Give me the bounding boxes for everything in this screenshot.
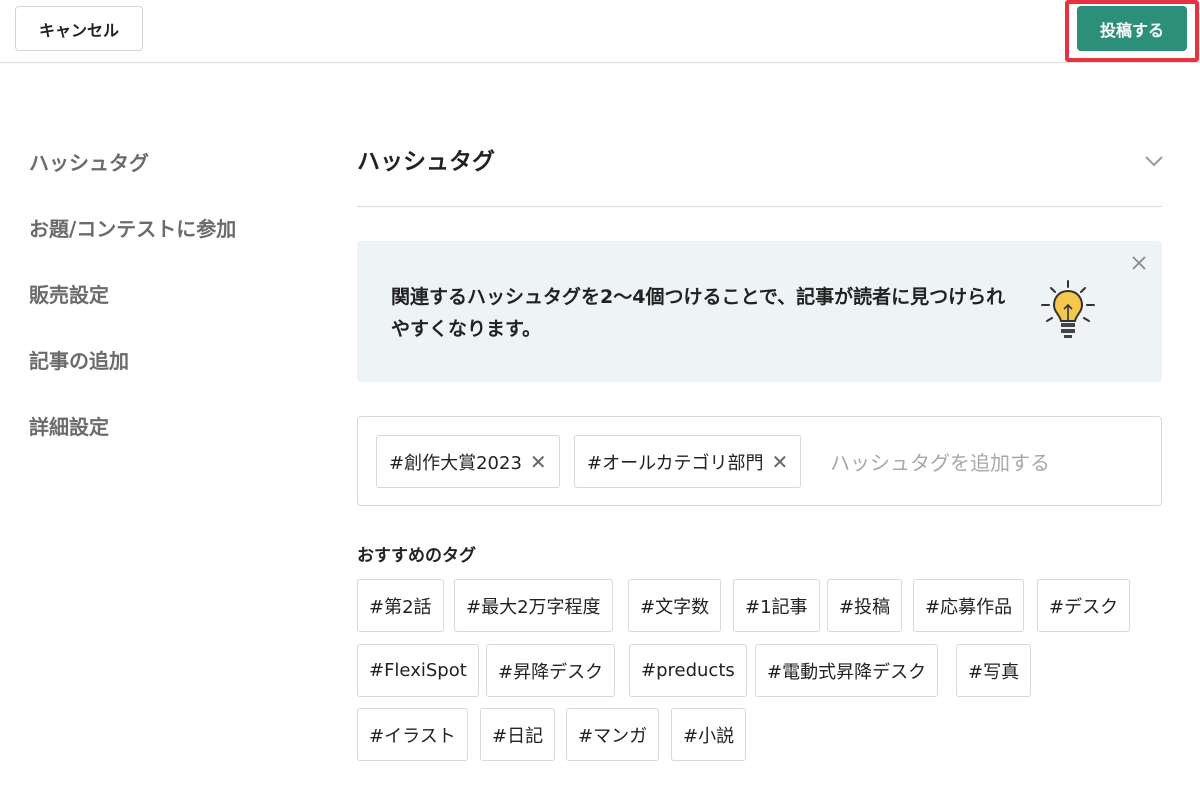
top-bar: キャンセル 投稿する <box>0 0 1200 63</box>
recommended-tag[interactable]: #preducts <box>629 644 747 697</box>
post-button[interactable]: 投稿する <box>1077 6 1187 51</box>
sidebar-item-contest[interactable]: お題/コンテストに参加 <box>29 206 236 272</box>
hashtag-chip: #創作大賞2023 ✕ <box>376 435 560 488</box>
recommended-tag[interactable]: #昇降デスク <box>486 644 616 697</box>
hashtag-tip-box: 関連するハッシュタグを2〜4個つけることで、記事が読者に見つけられやすくなります… <box>357 241 1162 382</box>
close-icon[interactable] <box>1131 255 1147 271</box>
recommended-tag[interactable]: #小説 <box>671 708 747 761</box>
recommended-tag[interactable]: #電動式昇降デスク <box>755 644 939 697</box>
recommended-tags-title: おすすめのタグ <box>357 546 476 566</box>
hashtag-chip: #オールカテゴリ部門 ✕ <box>574 435 802 488</box>
sidebar-item-hashtag[interactable]: ハッシュタグ <box>29 140 236 206</box>
section-title: ハッシュタグ <box>357 149 495 175</box>
tip-text: 関連するハッシュタグを2〜4個つけることで、記事が読者に見つけられやすくなります… <box>391 286 1006 340</box>
remove-chip-icon[interactable]: ✕ <box>530 450 547 474</box>
section-divider <box>357 206 1162 207</box>
recommended-tag[interactable]: #日記 <box>480 708 556 761</box>
recommended-tag[interactable]: #イラスト <box>357 708 468 761</box>
chip-label: #創作大賞2023 <box>389 452 522 474</box>
sidebar-item-details[interactable]: 詳細設定 <box>29 404 236 470</box>
hashtag-input-placeholder[interactable]: ハッシュタグを追加する <box>830 447 1050 476</box>
sidebar-item-add-article[interactable]: 記事の追加 <box>29 338 236 404</box>
sidebar-item-sales[interactable]: 販売設定 <box>29 272 236 338</box>
chevron-down-icon[interactable] <box>1143 150 1165 172</box>
chip-label: #オールカテゴリ部門 <box>587 452 764 474</box>
recommended-tag[interactable]: #マンガ <box>566 708 660 761</box>
settings-sidebar: ハッシュタグ お題/コンテストに参加 販売設定 記事の追加 詳細設定 <box>29 140 236 470</box>
recommended-tag[interactable]: #最大2万字程度 <box>454 579 613 632</box>
recommended-tag[interactable]: #デスク <box>1037 579 1131 632</box>
recommended-tag[interactable]: #応募作品 <box>913 579 1025 632</box>
recommended-tag[interactable]: #写真 <box>956 644 1032 697</box>
cancel-button[interactable]: キャンセル <box>15 6 143 51</box>
recommended-tag[interactable]: #FlexiSpot <box>357 644 479 697</box>
recommended-tag[interactable]: #1記事 <box>733 579 820 632</box>
recommended-tag[interactable]: #投稿 <box>827 579 903 632</box>
remove-chip-icon[interactable]: ✕ <box>772 450 789 474</box>
recommended-tag[interactable]: #文字数 <box>628 579 722 632</box>
lightbulb-icon <box>1041 280 1095 338</box>
recommended-tag[interactable]: #第2話 <box>357 579 444 632</box>
hashtag-input-box[interactable]: #創作大賞2023 ✕ #オールカテゴリ部門 ✕ ハッシュタグを追加する <box>357 416 1162 506</box>
